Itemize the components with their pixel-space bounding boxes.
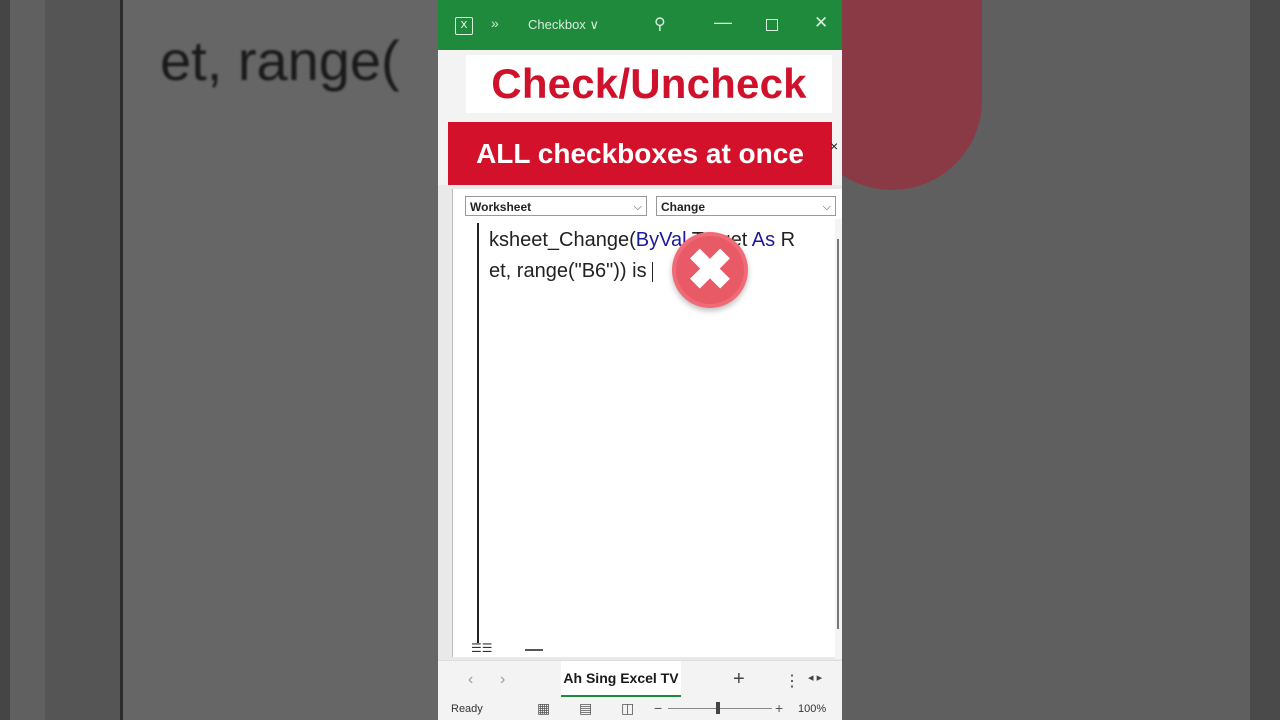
chevron-down-icon: ⌵ (633, 201, 642, 213)
code-keyword: As (751, 229, 776, 251)
search-icon[interactable]: ⚲ (654, 14, 666, 34)
chevron-down-icon: ⌵ (822, 201, 831, 213)
add-sheet-button[interactable]: + (733, 668, 745, 691)
prev-sheet-button[interactable]: ‹ (468, 671, 473, 689)
excel-icon: X (455, 17, 473, 35)
background-left-panel: et, range( (0, 0, 438, 720)
code-line: et, range("B6")) is (489, 256, 795, 287)
headline-banner: Check/Uncheck (466, 55, 832, 113)
x-badge-icon: ✖ (672, 232, 748, 308)
zoom-slider-thumb[interactable] (716, 702, 720, 714)
background-strip (0, 0, 10, 720)
procedure-dropdown-value: Change (661, 200, 706, 214)
maximize-button[interactable] (766, 19, 778, 31)
vba-editor: Worksheet ⌵ Change ⌵ ksheet_Change(ByVal… (438, 185, 842, 660)
title-bar: X » Checkbox ∨ ⚲ — ✕ (438, 0, 842, 50)
headline-text: Check/Uncheck (491, 60, 807, 107)
object-dropdown-value: Worksheet (470, 200, 532, 214)
sheet-tab-bar: ‹ › Ah Sing Excel TV + ⋮ ◂ ▸ (438, 660, 842, 699)
code-token: ksheet_Change( (489, 229, 636, 251)
background-code-text: et, range( (160, 29, 400, 92)
next-sheet-button[interactable]: › (500, 671, 505, 689)
normal-view-icon[interactable]: ▦ (537, 700, 550, 717)
code-text-area[interactable]: ksheet_Change(ByVal Target As R et, rang… (489, 225, 795, 287)
close-button[interactable]: ✕ (814, 13, 828, 33)
code-token: R (775, 229, 796, 251)
sheet-scroll-arrows[interactable]: ◂ ▸ (808, 671, 822, 684)
zoom-slider[interactable] (668, 708, 772, 709)
window-title[interactable]: Checkbox ∨ (528, 17, 599, 33)
background-strip (1250, 0, 1280, 720)
code-token: et, range("B6")) is (489, 260, 653, 282)
status-text: Ready (451, 703, 483, 715)
page-layout-icon[interactable]: ▤ (579, 700, 592, 717)
code-window: Worksheet ⌵ Change ⌵ ksheet_Change(ByVal… (452, 189, 842, 659)
view-toggle-icons[interactable]: ☰☰ (471, 641, 493, 655)
sheet-menu-icon[interactable]: ⋮ (784, 671, 800, 691)
sheet-tab-active[interactable]: Ah Sing Excel TV (561, 661, 681, 697)
background-divider (120, 0, 123, 720)
x-glyph-icon: ✖ (686, 238, 734, 301)
zoom-in-button[interactable]: + (775, 700, 783, 716)
scrollbar-thumb[interactable] (837, 239, 839, 629)
background-strip (45, 0, 125, 720)
subheadline-banner: ALL checkboxes at once (448, 122, 832, 185)
app-window: X » Checkbox ∨ ⚲ — ✕ Check/Uncheck ALL c… (438, 0, 842, 720)
vertical-scrollbar[interactable] (835, 219, 842, 659)
zoom-out-button[interactable]: − (654, 700, 662, 716)
text-cursor (652, 261, 654, 282)
code-line: ksheet_Change(ByVal Target As R (489, 225, 795, 256)
chevron-down-icon: ∨ (589, 17, 599, 32)
more-commands-icon[interactable]: » (491, 15, 499, 31)
window-title-label: Checkbox (528, 17, 586, 32)
subheadline-text: ALL checkboxes at once (476, 138, 804, 169)
code-gutter-line (477, 223, 479, 643)
horizontal-scrollbar[interactable] (525, 649, 543, 651)
procedure-dropdown[interactable]: Change ⌵ (656, 196, 836, 216)
editor-close-icon[interactable]: × (830, 138, 838, 154)
background-right-panel (802, 0, 1280, 720)
status-bar: Ready ▦ ▤ ◫ − + 100% (438, 698, 842, 720)
background-document (123, 0, 438, 720)
minimize-button[interactable]: — (714, 12, 732, 33)
zoom-level[interactable]: 100% (798, 703, 826, 715)
page-break-icon[interactable]: ◫ (621, 700, 634, 717)
object-dropdown[interactable]: Worksheet ⌵ (465, 196, 647, 216)
